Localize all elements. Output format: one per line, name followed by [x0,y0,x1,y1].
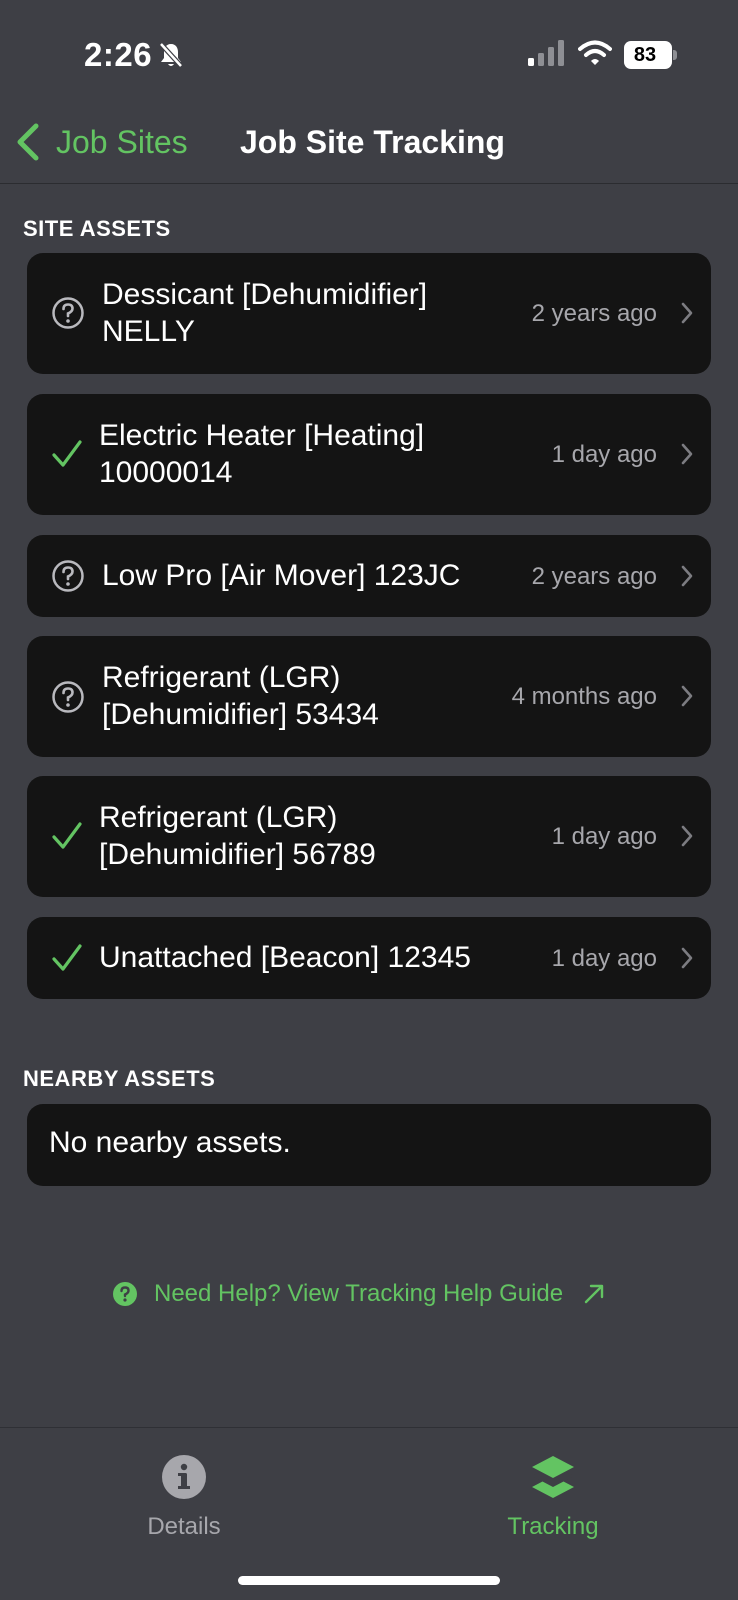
question-circle-icon [52,297,84,329]
navigation-bar: Job Sites Job Site Tracking [0,100,738,184]
asset-last-seen: 1 day ago [551,823,657,850]
home-indicator[interactable] [238,1576,500,1585]
tab-details[interactable]: Details [84,1454,284,1541]
nearby-assets-header: NEARBY ASSETS [23,1066,216,1091]
checkmark-icon [52,822,82,849]
chevron-right-icon [681,443,693,465]
chevron-right-icon [681,302,693,324]
asset-last-seen: 1 day ago [551,945,657,972]
asset-row-refrigerant-56789[interactable]: Refrigerant (LGR) [Dehumidifier] 56789 1… [27,776,711,897]
tracking-help-label: Need Help? View Tracking Help Guide [154,1280,564,1307]
status-bar: 2:26 83 [0,0,738,100]
tab-details-label: Details [147,1513,221,1540]
chevron-left-icon [17,123,39,161]
asset-row-dessicant-nelly[interactable]: Dessicant [Dehumidifier] NELLY 2 years a… [27,253,711,374]
chevron-right-icon [681,685,693,707]
chevron-right-icon [681,825,693,847]
back-button[interactable]: Job Sites [14,122,188,162]
asset-row-electric-heater[interactable]: Electric Heater [Heating] 10000014 1 day… [27,394,711,515]
asset-title: Electric Heater [Heating] 10000014 [99,419,425,489]
asset-row-unattached-beacon[interactable]: Unattached [Beacon] 12345 1 day ago [27,917,711,999]
nearby-assets-empty-message: No nearby assets. [49,1126,291,1159]
cellular-signal-icon [528,40,566,71]
tracking-help-link[interactable]: Need Help? View Tracking Help Guide [112,1276,605,1312]
asset-last-seen: 2 years ago [531,300,657,327]
status-time: 2:26 [84,36,153,73]
question-circle-icon [52,560,84,592]
tab-tracking[interactable]: Tracking [453,1454,653,1541]
asset-last-seen: 1 day ago [551,441,657,468]
info-icon [162,1455,206,1499]
page-title: Job Site Tracking [240,124,505,160]
asset-last-seen: 2 years ago [531,563,657,590]
external-link-arrow-icon [584,1284,604,1304]
wifi-icon [578,40,612,71]
battery-icon: 83 [624,41,677,69]
asset-row-low-pro[interactable]: Low Pro [Air Mover] 123JC 2 years ago [27,535,711,617]
question-circle-icon [52,681,84,713]
chevron-right-icon [681,565,693,587]
chevron-right-icon [681,947,693,969]
bell-slash-icon [158,41,184,74]
back-button-label: Job Sites [56,123,188,160]
checkmark-icon [52,440,82,467]
asset-title: Refrigerant (LGR) [Dehumidifier] 56789 [99,801,376,871]
asset-title: Low Pro [Air Mover] 123JC [102,559,461,592]
layers-icon [532,1456,574,1498]
tab-tracking-label: Tracking [507,1513,599,1540]
checkmark-icon [52,944,82,971]
asset-row-refrigerant-53434[interactable]: Refrigerant (LGR) [Dehumidifier] 53434 4… [27,636,711,757]
tab-bar: Details Tracking [0,1427,738,1600]
battery-level: 83 [633,44,657,66]
nearby-assets-empty-card: No nearby assets. [27,1104,711,1186]
asset-title: Unattached [Beacon] 12345 [99,941,471,974]
asset-title: Refrigerant (LGR) [Dehumidifier] 53434 [102,661,379,731]
help-circle-icon [113,1282,137,1306]
site-assets-header: SITE ASSETS [23,216,171,241]
asset-last-seen: 4 months ago [511,683,657,710]
asset-title: Dessicant [Dehumidifier] NELLY [102,278,428,348]
